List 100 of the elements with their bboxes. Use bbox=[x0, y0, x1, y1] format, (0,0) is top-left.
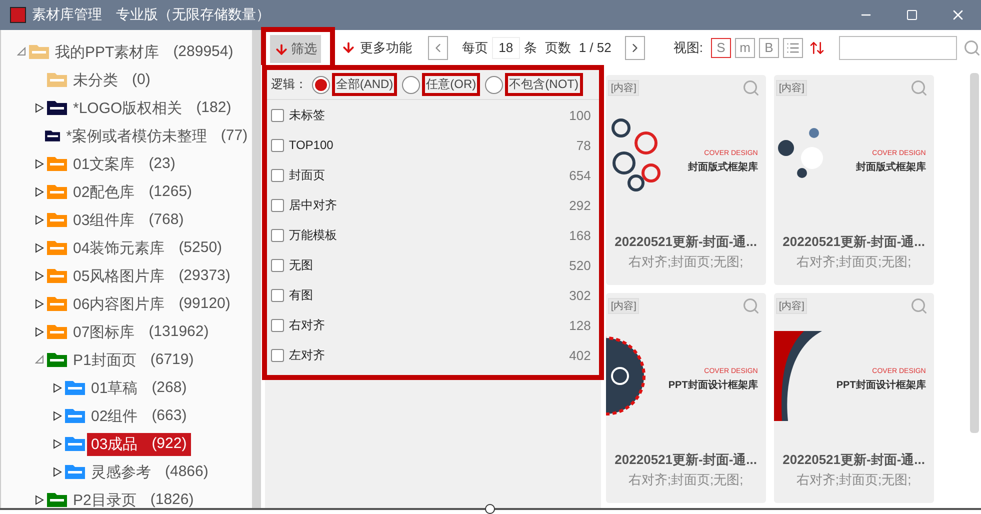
content-badge: [内容] bbox=[776, 80, 808, 96]
tree-item[interactable]: P2目录页 (1826) bbox=[69, 488, 198, 508]
splitter-handle[interactable] bbox=[485, 504, 495, 514]
card-tags: 右对齐;封面页;无图; bbox=[796, 471, 912, 489]
per-page-label: 每页 bbox=[462, 38, 488, 56]
pages-label: 页数 bbox=[544, 38, 571, 56]
expanded-triangle-icon[interactable] bbox=[35, 355, 44, 364]
tag-count: 292 bbox=[569, 198, 591, 212]
tree-item[interactable]: 03成品 (922) bbox=[87, 432, 191, 456]
unit-label: 条 bbox=[524, 38, 537, 56]
checkbox[interactable] bbox=[270, 318, 284, 332]
tag-label: 未标签 bbox=[288, 106, 325, 124]
zoom-icon[interactable] bbox=[910, 79, 928, 97]
checkbox[interactable] bbox=[270, 348, 284, 362]
collapsed-triangle-icon[interactable] bbox=[35, 187, 44, 197]
checkbox[interactable] bbox=[270, 138, 284, 152]
zoom-icon[interactable] bbox=[910, 297, 928, 315]
sort-icon[interactable] bbox=[809, 40, 825, 56]
tree-item[interactable]: 05风格图片库 (29373) bbox=[69, 264, 234, 288]
tree-item[interactable]: 03组件库 (768) bbox=[69, 208, 188, 232]
card-title: 20220521更新-封面-通... bbox=[782, 233, 926, 251]
collapsed-triangle-icon[interactable] bbox=[35, 103, 44, 113]
tag-label: 右对齐 bbox=[288, 316, 325, 334]
radio-label: 任意(OR) bbox=[422, 73, 480, 96]
collapsed-triangle-icon[interactable] bbox=[35, 495, 44, 505]
tree-item[interactable]: *LOGO版权相关 (182) bbox=[69, 96, 236, 120]
tag-label: 封面页 bbox=[288, 166, 325, 184]
content-badge: [内容] bbox=[608, 298, 640, 314]
tree-item[interactable]: 未分类 (0) bbox=[69, 68, 154, 92]
view-label: 视图: bbox=[673, 38, 703, 56]
collapsed-triangle-icon[interactable] bbox=[53, 467, 62, 477]
content-badge: [内容] bbox=[608, 80, 640, 96]
card-tags: 右对齐;封面页;无图; bbox=[628, 471, 744, 489]
cover-title: PPT封面设计框架库 bbox=[668, 378, 758, 392]
collapsed-triangle-icon[interactable] bbox=[35, 159, 44, 169]
tree-item[interactable]: 02配色库 (1265) bbox=[69, 180, 196, 204]
checkbox[interactable] bbox=[270, 288, 284, 302]
content-badge: [内容] bbox=[776, 298, 808, 314]
zoom-icon[interactable] bbox=[742, 297, 760, 315]
collapsed-triangle-icon[interactable] bbox=[53, 383, 62, 393]
tree-item[interactable]: 01草稿 (268) bbox=[87, 376, 191, 400]
search-icon[interactable] bbox=[963, 38, 981, 56]
cover-title: 封面版式框架库 bbox=[856, 160, 926, 174]
radio-label: 全部(AND) bbox=[332, 73, 398, 96]
tree-item[interactable]: 我的PPT素材库 (289954) bbox=[51, 40, 238, 64]
tree-item[interactable]: 07图标库 (131962) bbox=[69, 320, 213, 344]
radio-button[interactable] bbox=[402, 76, 420, 94]
list-view-button[interactable] bbox=[783, 38, 803, 58]
tag-label: 无图 bbox=[288, 256, 313, 274]
checkbox[interactable] bbox=[270, 228, 284, 242]
tag-count: 402 bbox=[569, 348, 591, 362]
tag-label: 居中对齐 bbox=[288, 196, 337, 214]
collapsed-triangle-icon[interactable] bbox=[35, 215, 44, 225]
scrollbar[interactable] bbox=[970, 73, 979, 433]
checkbox[interactable] bbox=[270, 198, 284, 212]
view-mode-button[interactable]: m bbox=[735, 38, 755, 58]
tag-label: 有图 bbox=[288, 286, 313, 304]
collapsed-triangle-icon[interactable] bbox=[35, 327, 44, 337]
card-title: 20220521更新-封面-通... bbox=[782, 451, 926, 469]
zoom-icon[interactable] bbox=[742, 79, 760, 97]
collapsed-triangle-icon[interactable] bbox=[35, 243, 44, 253]
tag-count: 128 bbox=[569, 318, 591, 332]
tree-item[interactable]: 02组件 (663) bbox=[87, 404, 191, 428]
tag-count: 78 bbox=[576, 138, 591, 152]
app-icon bbox=[10, 7, 26, 23]
collapsed-triangle-icon[interactable] bbox=[53, 439, 62, 449]
tree-item[interactable]: 01文案库 (23) bbox=[69, 152, 180, 176]
expanded-triangle-icon[interactable] bbox=[17, 47, 26, 56]
down-arrow-icon bbox=[274, 42, 289, 56]
checkbox[interactable] bbox=[270, 258, 284, 272]
page-count: 1 / 52 bbox=[578, 40, 612, 55]
collapsed-triangle-icon[interactable] bbox=[35, 299, 44, 309]
logic-label: 逻辑： bbox=[270, 76, 307, 93]
previous-page-button[interactable] bbox=[428, 36, 448, 60]
tag-count: 520 bbox=[569, 258, 591, 272]
checkbox[interactable] bbox=[270, 108, 284, 122]
down-arrow-icon bbox=[340, 40, 356, 55]
more-button[interactable]: 更多功能 bbox=[334, 38, 418, 58]
radio-label: 不包含(NOT) bbox=[505, 73, 582, 96]
tree-item[interactable]: 06内容图片库 (99120) bbox=[69, 292, 234, 316]
tree-item[interactable]: *案例或者模仿未整理 (77) bbox=[62, 124, 252, 148]
card-tags: 右对齐;封面页;无图; bbox=[796, 253, 912, 271]
radio-button[interactable] bbox=[485, 76, 504, 94]
tree-item[interactable]: P1封面页 (6719) bbox=[69, 348, 198, 372]
collapsed-triangle-icon[interactable] bbox=[53, 411, 62, 421]
radio-button[interactable] bbox=[312, 76, 330, 94]
view-mode-button[interactable]: S bbox=[711, 38, 731, 58]
tree-item[interactable]: 灵感参考 (4866) bbox=[87, 460, 212, 484]
collapsed-triangle-icon[interactable] bbox=[35, 271, 44, 281]
per-page-field[interactable]: 18 bbox=[492, 36, 520, 58]
next-page-button[interactable] bbox=[625, 36, 646, 60]
view-mode-button[interactable]: B bbox=[759, 38, 779, 58]
tag-label: TOP100 bbox=[288, 138, 334, 152]
tree-item[interactable]: 04装饰元素库 (5250) bbox=[69, 236, 226, 260]
tag-count: 654 bbox=[569, 168, 591, 182]
checkbox[interactable] bbox=[270, 168, 284, 182]
search-field[interactable] bbox=[839, 36, 957, 60]
card-title: 20220521更新-封面-通... bbox=[614, 451, 758, 469]
filter-button[interactable]: 筛选 bbox=[270, 35, 321, 63]
card-tags: 右对齐;封面页;无图; bbox=[628, 253, 744, 271]
